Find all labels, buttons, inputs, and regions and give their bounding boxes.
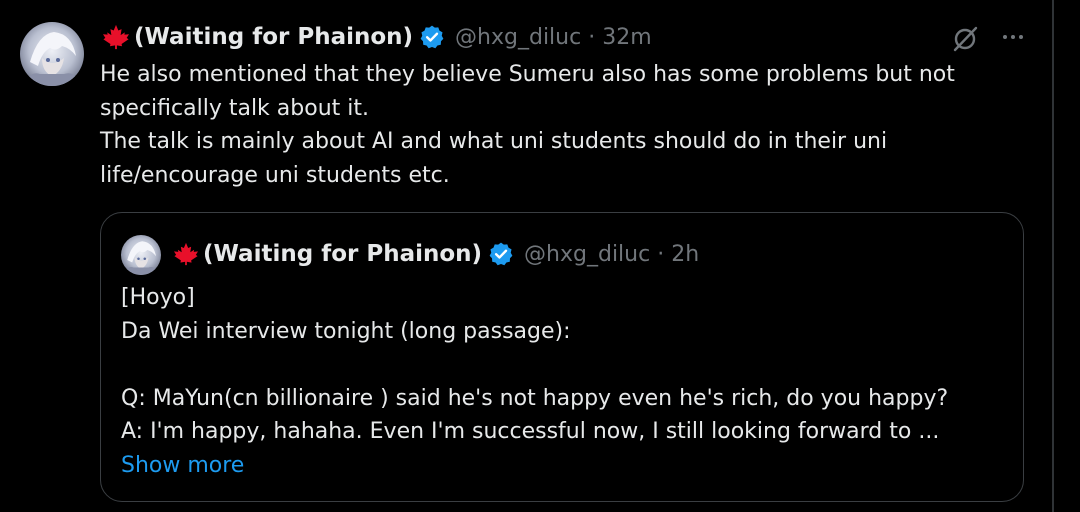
verified-badge-icon (489, 242, 513, 266)
quote-text-line: A: I'm happy, hahaha. Even I'm successfu… (121, 419, 940, 444)
column-divider (1052, 0, 1054, 512)
more-icon[interactable] (998, 22, 1028, 52)
handle[interactable]: @hxg_diluc (455, 25, 581, 50)
tweet-text: He also mentioned that they believe Sume… (100, 58, 1000, 192)
display-name[interactable]: (Waiting for Phainon) (134, 24, 413, 50)
tweet-text-line: specifically talk about it. (100, 95, 369, 121)
tweet-card: (Waiting for Phainon) @hxg_diluc · 32m H… (0, 0, 1080, 512)
quote-handle[interactable]: @hxg_diluc (524, 242, 650, 267)
show-more-link[interactable]: Show more (121, 449, 1001, 483)
tweet-text-line: The talk is mainly about AI and what uni… (100, 129, 888, 154)
tweet-text-line: life/encourage uni students etc. (100, 162, 450, 188)
maple-leaf-icon (174, 242, 198, 266)
separator-dot: · (588, 24, 596, 50)
quote-header: (Waiting for Phainon) @hxg_diluc · 2h (171, 237, 699, 271)
quote-avatar[interactable] (121, 235, 161, 275)
verified-badge-icon (420, 25, 444, 49)
quote-text-line: Q: MaYun(cn billionaire ) said he's not … (121, 385, 949, 411)
quote-text-line: [Hoyo] (121, 285, 195, 310)
quote-timestamp[interactable]: 2h (671, 242, 699, 267)
quote-display-name[interactable]: (Waiting for Phainon) (203, 241, 482, 267)
separator-dot: · (657, 241, 665, 267)
tweet-text-line: He also mentioned that they believe Sume… (100, 62, 955, 87)
quoted-tweet[interactable]: (Waiting for Phainon) @hxg_diluc · 2h [H… (100, 212, 1024, 502)
quote-text: [Hoyo] Da Wei interview tonight (long pa… (121, 281, 1001, 482)
maple-leaf-icon (103, 24, 129, 50)
timestamp[interactable]: 32m (602, 25, 651, 50)
quote-text-line (121, 348, 1001, 382)
grok-icon[interactable] (950, 24, 980, 54)
tweet-header: (Waiting for Phainon) @hxg_diluc · 32m (100, 20, 652, 54)
quote-text-line: Da Wei interview tonight (long passage): (121, 318, 571, 344)
avatar[interactable] (20, 22, 84, 86)
